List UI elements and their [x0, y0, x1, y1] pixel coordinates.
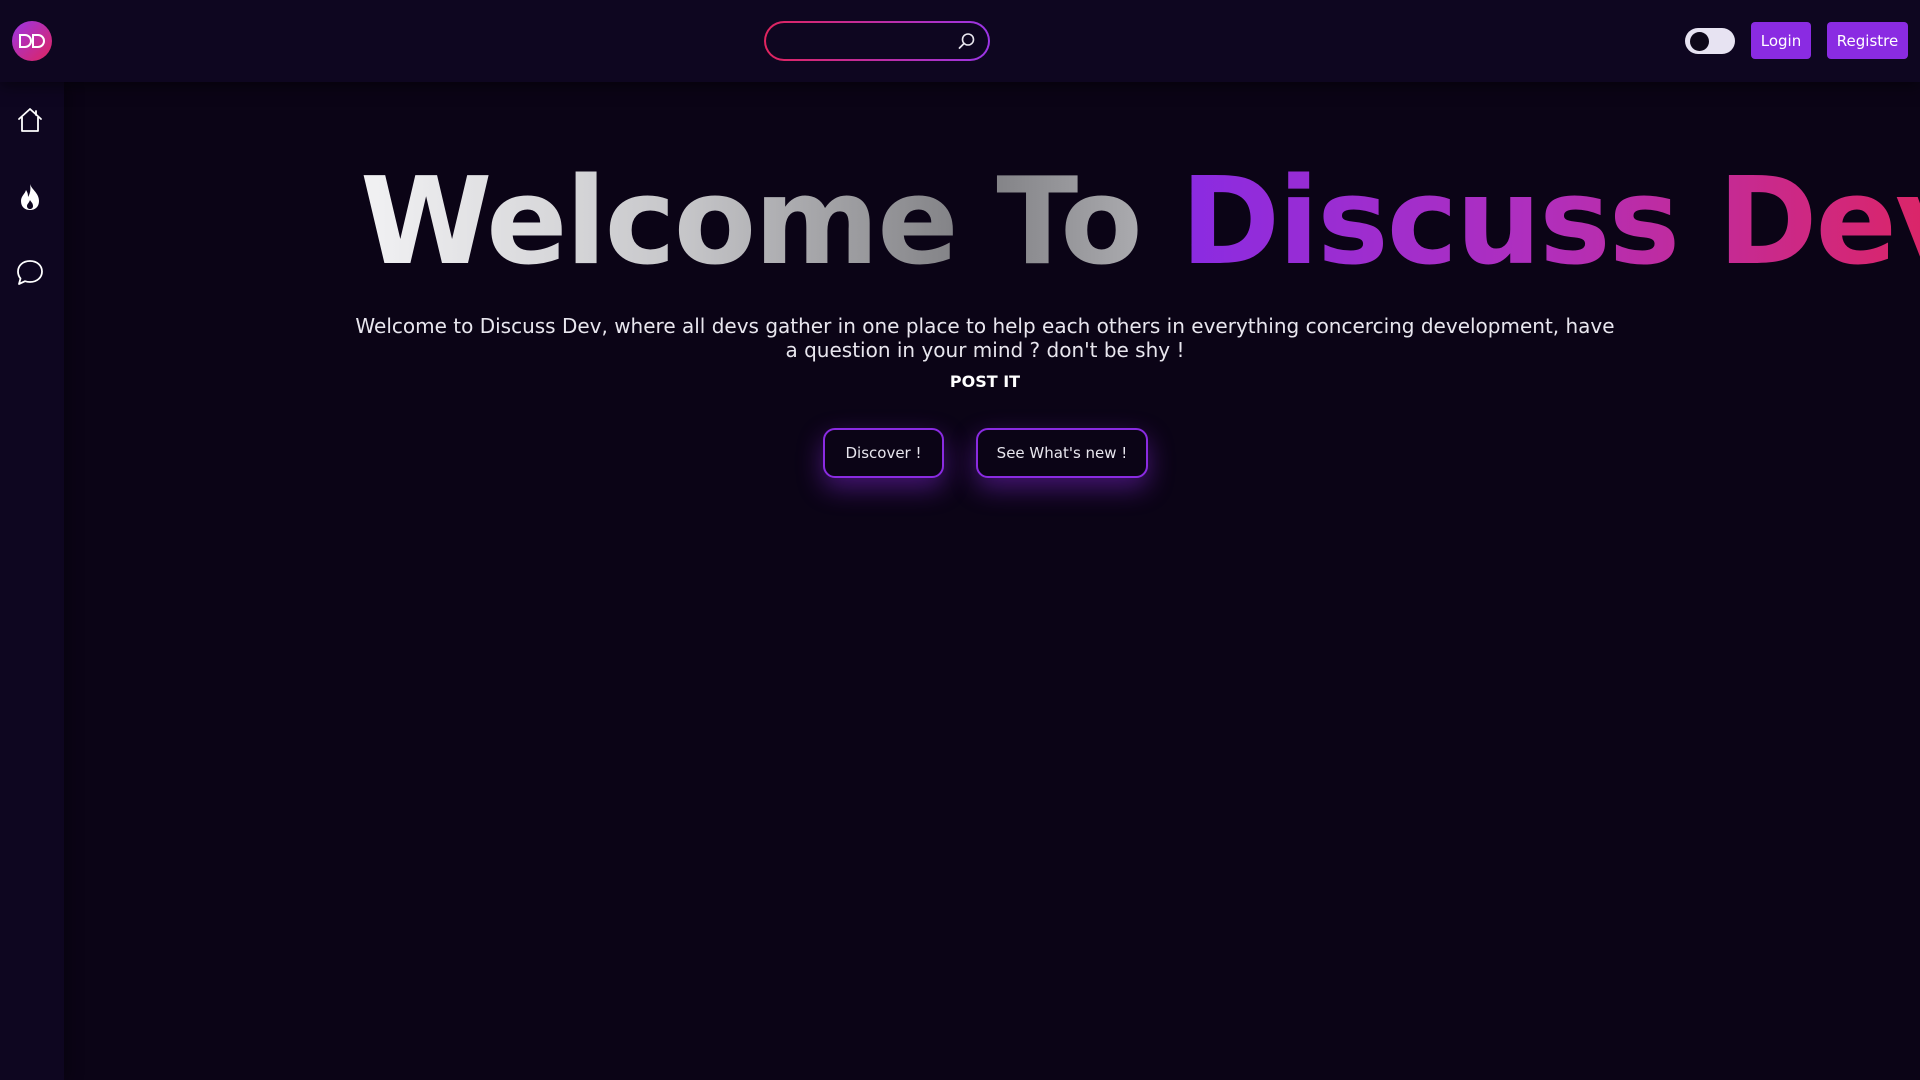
hero-title-welcome: Welcome To	[360, 153, 1181, 292]
search-icon[interactable]	[958, 32, 976, 54]
login-button[interactable]: Login	[1751, 22, 1811, 59]
sidebar-item-home[interactable]	[12, 102, 48, 138]
hero-title-brand: Discuss Dev	[1181, 153, 1920, 292]
register-button[interactable]: Registre	[1827, 22, 1908, 59]
sidebar	[0, 82, 64, 1080]
search-input[interactable]	[780, 23, 944, 61]
sidebar-item-discussions[interactable]	[12, 255, 48, 291]
fire-icon	[21, 184, 39, 210]
hero-cta-text: POST IT	[949, 372, 1021, 391]
discover-button[interactable]: Discover !	[823, 428, 944, 478]
theme-toggle[interactable]	[1685, 28, 1735, 54]
sidebar-item-trending[interactable]	[12, 179, 48, 215]
discuss-dev-logo[interactable]	[12, 21, 52, 61]
chat-bubble-icon	[17, 260, 43, 285]
search-bar	[764, 21, 990, 61]
hero-title: Welcome To Discuss Dev	[360, 148, 1920, 298]
hero-description: Welcome to Discuss Dev, where all devs g…	[355, 314, 1615, 362]
logo-mark-icon	[19, 34, 45, 48]
whats-new-button[interactable]: See What's new !	[976, 428, 1148, 478]
top-navbar: Login Registre	[0, 0, 1920, 82]
home-icon	[18, 108, 42, 132]
theme-toggle-knob	[1690, 32, 1709, 51]
